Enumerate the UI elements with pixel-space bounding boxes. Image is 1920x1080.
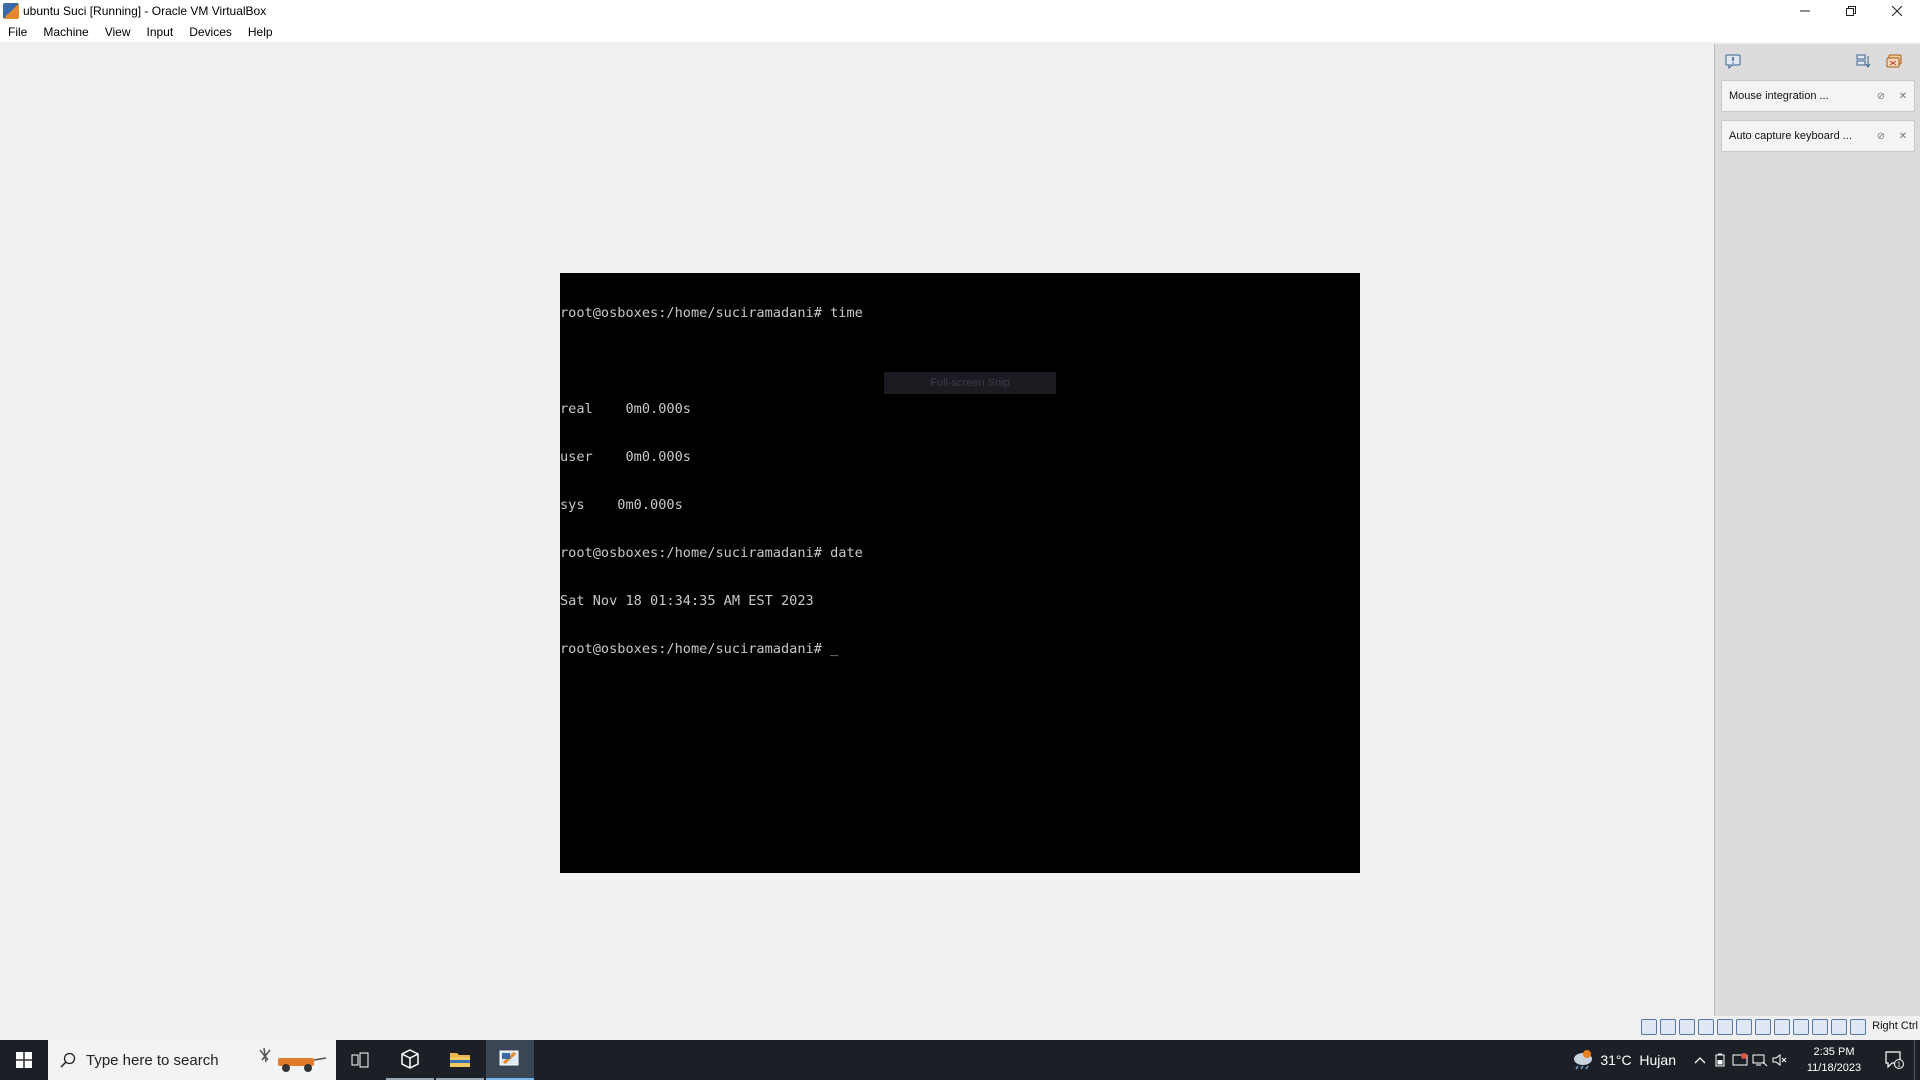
video-capture-icon[interactable] xyxy=(1774,1019,1790,1035)
taskbar-app-virtualbox-manager[interactable] xyxy=(386,1040,434,1080)
show-desktop-button[interactable] xyxy=(1914,1040,1920,1080)
menu-bar: File Machine View Input Devices Help xyxy=(0,22,1920,42)
vm-status-bar: Right Ctrl xyxy=(0,1016,1920,1038)
console-line: Sat Nov 18 01:34:35 AM EST 2023 xyxy=(560,593,814,609)
action-center-button[interactable]: 1 xyxy=(1874,1040,1914,1080)
close-notification-icon[interactable]: ✕ xyxy=(1892,131,1914,142)
notification-label: Auto capture keyboard ... xyxy=(1729,130,1852,142)
do-not-show-icon[interactable]: ⊘ xyxy=(1870,131,1892,142)
menu-view[interactable]: View xyxy=(99,25,137,39)
notification-label: Mouse integration ... xyxy=(1729,90,1829,102)
keyboard-capture-icon[interactable] xyxy=(1850,1019,1866,1035)
weather-condition: Hujan xyxy=(1639,1052,1676,1068)
taskbar-app-file-explorer[interactable] xyxy=(436,1040,484,1080)
vm-console-screen[interactable]: root@osboxes:/home/suciramadani# time re… xyxy=(560,273,1360,873)
menu-devices[interactable]: Devices xyxy=(183,25,238,39)
weather-widget[interactable]: 31°C Hujan xyxy=(1570,1050,1676,1070)
menu-help[interactable]: Help xyxy=(242,25,279,39)
mouse-integration-icon[interactable] xyxy=(1831,1019,1847,1035)
minimize-icon xyxy=(1800,10,1810,12)
search-highlight-illustration xyxy=(259,1047,327,1072)
windows-logo-icon xyxy=(16,1052,32,1068)
task-view-icon xyxy=(351,1052,369,1068)
console-line: sys 0m0.000s xyxy=(560,497,683,513)
search-placeholder: Type here to search xyxy=(86,1051,219,1069)
vm-display-area: root@osboxes:/home/suciramadani# time re… xyxy=(0,42,1714,1038)
network-wifi-icon[interactable] xyxy=(1750,1040,1770,1080)
snip-tooltip: Full-screen Snip xyxy=(884,372,1056,394)
menu-input[interactable]: Input xyxy=(141,25,180,39)
taskbar-search-box[interactable]: Type here to search xyxy=(48,1040,336,1080)
sort-notifications-icon[interactable] xyxy=(1855,53,1873,69)
close-icon xyxy=(1892,6,1902,16)
host-key-label: Right Ctrl xyxy=(1872,1020,1918,1032)
console-output: root@osboxes:/home/suciramadani# time re… xyxy=(560,273,863,689)
minimize-button[interactable] xyxy=(1782,0,1828,22)
show-hidden-icons-chevron-icon[interactable] xyxy=(1690,1040,1710,1080)
virtualbox-vm-icon xyxy=(499,1050,519,1066)
notification-icon: 1 xyxy=(1885,1051,1904,1069)
console-line: user 0m0.000s xyxy=(560,449,691,465)
taskbar-app-virtualbox-vm[interactable] xyxy=(486,1040,534,1080)
close-notification-icon[interactable]: ✕ xyxy=(1892,91,1914,102)
console-line: root@osboxes:/home/suciramadani# _ xyxy=(560,641,839,657)
weather-temperature: 31°C xyxy=(1600,1052,1632,1068)
hard-disk-icon[interactable] xyxy=(1641,1019,1657,1035)
optical-drive-icon[interactable] xyxy=(1660,1019,1676,1035)
rain-cloud-icon xyxy=(1574,1050,1593,1070)
folder-icon xyxy=(450,1053,470,1067)
clock-date: 11/18/2023 xyxy=(1806,1062,1862,1074)
window-controls xyxy=(1782,0,1920,22)
shared-folders-icon[interactable] xyxy=(1736,1019,1752,1035)
windows-taskbar: Type here to search 31°C Hujan 2:35 PM 1… xyxy=(0,1040,1920,1080)
virtualbox-app-icon xyxy=(3,3,19,19)
do-not-show-icon[interactable]: ⊘ xyxy=(1870,91,1892,102)
status-indicators xyxy=(1641,1019,1866,1035)
menu-file[interactable]: File xyxy=(2,25,33,39)
display-icon[interactable] xyxy=(1755,1019,1771,1035)
task-view-button[interactable] xyxy=(336,1040,384,1080)
notification-count: 1 xyxy=(1897,1062,1901,1069)
dismiss-all-icon[interactable] xyxy=(1885,53,1903,69)
security-center-icon[interactable] xyxy=(1730,1040,1750,1080)
battery-icon[interactable] xyxy=(1710,1040,1730,1080)
restore-button[interactable] xyxy=(1828,0,1874,22)
usb-icon[interactable] xyxy=(1717,1019,1733,1035)
close-button[interactable] xyxy=(1874,0,1920,22)
network-icon[interactable] xyxy=(1698,1019,1714,1035)
console-line: root@osboxes:/home/suciramadani# date xyxy=(560,545,863,561)
recording-icon[interactable] xyxy=(1793,1019,1809,1035)
virtualbox-cube-icon xyxy=(401,1049,419,1069)
notification-card[interactable]: Mouse integration ... ⊘ ✕ xyxy=(1721,80,1915,112)
clock-time: 2:35 PM xyxy=(1813,1046,1855,1058)
restore-icon xyxy=(1846,6,1856,16)
taskbar-clock[interactable]: 2:35 PM 11/18/2023 xyxy=(1794,1044,1874,1076)
menu-machine[interactable]: Machine xyxy=(37,25,94,39)
cpu-icon[interactable] xyxy=(1812,1019,1828,1035)
audio-icon[interactable] xyxy=(1679,1019,1695,1035)
system-tray: 31°C Hujan 2:35 PM 11/18/2023 1 xyxy=(1570,1040,1920,1080)
title-bar: ubuntu Suci [Running] - Oracle VM Virtua… xyxy=(0,0,1920,22)
console-line: root@osboxes:/home/suciramadani# time xyxy=(560,305,863,321)
search-icon xyxy=(60,1052,76,1068)
notification-toolbar xyxy=(1715,44,1920,78)
notification-center-icon[interactable] xyxy=(1724,53,1742,69)
start-button[interactable] xyxy=(0,1040,48,1080)
console-line: real 0m0.000s xyxy=(560,401,691,417)
notification-center-panel: Mouse integration ... ⊘ ✕ Auto capture k… xyxy=(1714,44,1920,1016)
notification-card[interactable]: Auto capture keyboard ... ⊘ ✕ xyxy=(1721,120,1915,152)
volume-muted-icon[interactable] xyxy=(1770,1040,1790,1080)
window-title: ubuntu Suci [Running] - Oracle VM Virtua… xyxy=(23,4,267,18)
